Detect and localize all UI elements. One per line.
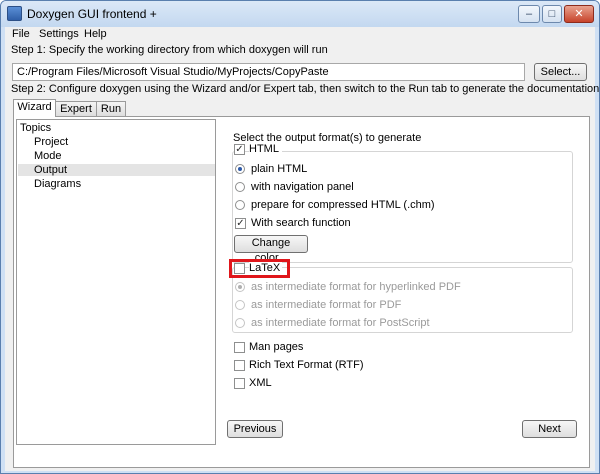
doxygen-app-icon (7, 6, 22, 21)
html-label: HTML (249, 143, 282, 155)
step1-label: Step 1: Specify the working directory fr… (11, 44, 328, 56)
topics-tree: Topics Project Mode Output Diagrams (16, 119, 216, 445)
hyperlinked-pdf-label: as intermediate format for hyperlinked P… (251, 281, 461, 293)
latex-checkbox[interactable] (234, 263, 245, 274)
xml-checkbox[interactable] (234, 378, 245, 389)
wizard-tab-pane: Topics Project Mode Output Diagrams Sele… (13, 116, 590, 468)
close-button[interactable]: ✕ (564, 5, 594, 23)
pdf-label: as intermediate format for PDF (251, 299, 402, 311)
topic-diagrams[interactable]: Diagrams (34, 178, 81, 190)
main-client-area: File Settings Help Step 1: Specify the w… (5, 27, 599, 471)
compressed-html-label: prepare for compressed HTML (.chm) (251, 199, 435, 211)
pdf-radio[interactable] (235, 300, 245, 310)
man-pages-label: Man pages (249, 341, 304, 353)
postscript-label: as intermediate format for PostScript (251, 317, 430, 329)
search-function-checkbox[interactable]: ✓ (235, 218, 246, 229)
search-function-label: With search function (251, 217, 351, 229)
topic-project[interactable]: Project (34, 136, 68, 148)
output-settings-panel: Select the output format(s) to generate … (220, 119, 585, 445)
topic-output[interactable]: Output (18, 164, 215, 176)
tab-run[interactable]: Run (96, 101, 126, 117)
xml-label: XML (249, 377, 272, 389)
plain-html-radio[interactable] (235, 164, 245, 174)
plain-html-label: plain HTML (251, 163, 308, 175)
menu-file[interactable]: File (12, 28, 30, 40)
app-window: Doxygen GUI frontend + – □ ✕ File Settin… (0, 0, 600, 474)
menu-help[interactable]: Help (84, 28, 107, 40)
navigation-panel-radio[interactable] (235, 182, 245, 192)
topics-header: Topics (20, 122, 52, 134)
html-checkbox[interactable]: ✓ (234, 144, 245, 155)
window-title: Doxygen GUI frontend + (27, 7, 157, 21)
change-color-button[interactable]: Change color... (234, 235, 308, 264)
tab-expert[interactable]: Expert (55, 101, 97, 117)
navigation-panel-label: with navigation panel (251, 181, 354, 193)
next-button[interactable]: Next (522, 420, 577, 438)
step2-label: Step 2: Configure doxygen using the Wiza… (11, 83, 600, 95)
compressed-html-radio[interactable] (235, 200, 245, 210)
rtf-label: Rich Text Format (RTF) (249, 359, 364, 371)
title-bar[interactable]: Doxygen GUI frontend + – □ ✕ (1, 1, 599, 27)
latex-label: LaTeX (249, 262, 283, 274)
minimize-button[interactable]: – (518, 5, 540, 23)
postscript-radio[interactable] (235, 318, 245, 328)
previous-button[interactable]: Previous (227, 420, 283, 438)
tab-wizard[interactable]: Wizard (13, 99, 56, 117)
menu-settings[interactable]: Settings (39, 28, 79, 40)
man-pages-checkbox[interactable] (234, 342, 245, 353)
maximize-button[interactable]: □ (542, 5, 562, 23)
select-directory-button[interactable]: Select... (534, 63, 587, 81)
topic-mode[interactable]: Mode (34, 150, 62, 162)
rtf-checkbox[interactable] (234, 360, 245, 371)
hyperlinked-pdf-radio[interactable] (235, 282, 245, 292)
working-directory-input[interactable] (12, 63, 525, 81)
menu-bar: File Settings Help (5, 27, 595, 43)
